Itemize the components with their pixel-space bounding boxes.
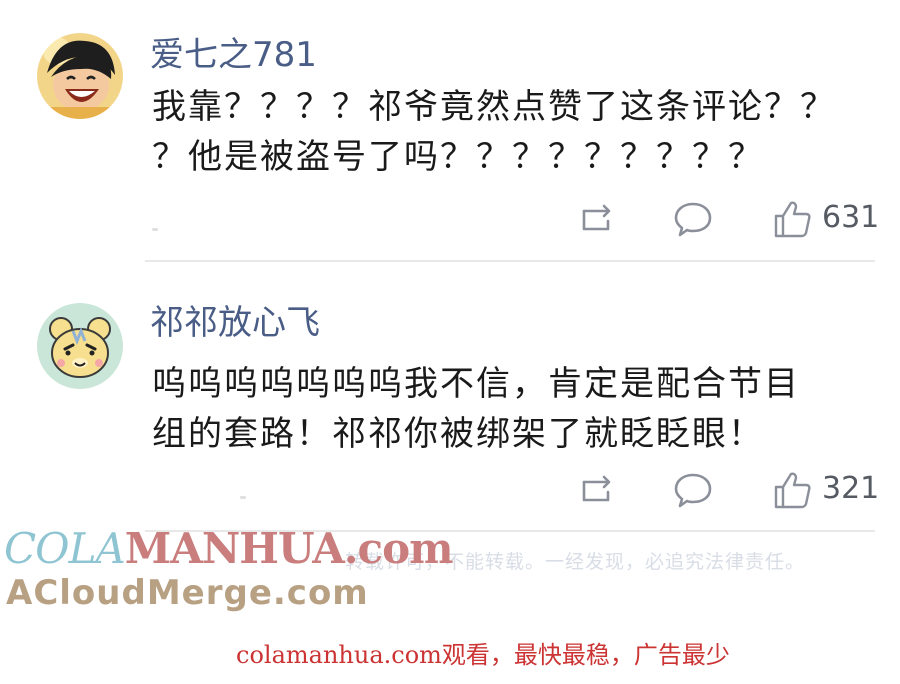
username[interactable]: 祁祁放心飞 (150, 306, 320, 340)
thumbs-up-icon[interactable] (772, 199, 812, 239)
comment-actions: 631 (0, 199, 900, 243)
divider (145, 260, 875, 262)
avatar[interactable] (37, 303, 123, 389)
repost-icon[interactable] (578, 199, 618, 239)
watermark-part: COLA (4, 524, 126, 573)
thumbs-up-icon[interactable] (772, 470, 812, 510)
repost-icon[interactable] (578, 470, 618, 510)
like-count: 321 (822, 471, 880, 506)
comment-text-line: 组的套路！祁祁你被绑架了就眨眨眼！ (152, 414, 764, 454)
comment-text-line: 呜呜呜呜呜呜呜我不信，肯定是配合节目 (152, 364, 800, 404)
comment-bubble-icon[interactable] (673, 470, 713, 510)
comment-text-line: 我靠？？？？祁爷竟然点赞了这条评论？？ (152, 87, 836, 127)
bear-avatar-icon (37, 303, 123, 389)
comment-text: 呜呜呜呜呜呜呜我不信，肯定是配合节目 组的套路！祁祁你被绑架了就眨眨眼！ (152, 359, 882, 459)
watermark-part: MANHUA.com (124, 524, 454, 573)
footer-promo: colamanhua.com观看，最快最稳，广告最少 (236, 641, 730, 669)
comment-actions: 321 (0, 470, 900, 514)
comment-text-line: ？他是被盗号了吗？？？？？？？？？ (152, 137, 764, 177)
username[interactable]: 爱七之781 (150, 38, 317, 72)
comment-bubble-icon[interactable] (673, 199, 713, 239)
acloudmerge-watermark: ACloudMerge.com (6, 573, 369, 613)
colamanhua-watermark: COLAMANHUA.com (4, 528, 454, 570)
avatar[interactable] (37, 33, 123, 119)
comment-text: 我靠？？？？祁爷竟然点赞了这条评论？？ ？他是被盗号了吗？？？？？？？？？ (152, 82, 882, 182)
like-count: 631 (822, 200, 880, 235)
anime-boy-avatar-icon (37, 33, 123, 119)
